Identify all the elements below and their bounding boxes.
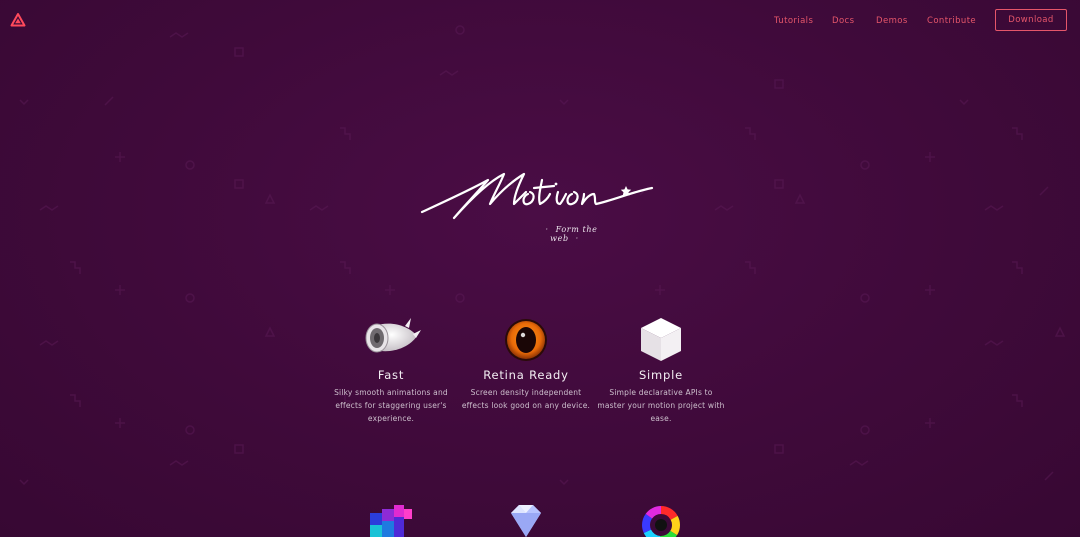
feature-title: Retina Ready xyxy=(483,368,569,382)
background-pattern xyxy=(19,25,1066,486)
tagline: · Form the web · xyxy=(520,225,616,243)
nav-link-demos[interactable]: Demos xyxy=(876,16,908,26)
motion-wordmark-logo xyxy=(420,172,654,220)
color-wheel-icon xyxy=(642,506,680,537)
feature-description: Screen density independent effects look … xyxy=(461,388,591,410)
feature-fast: Fast Silky smooth animations and effects… xyxy=(326,314,456,425)
feature-title: Simple xyxy=(638,368,684,382)
download-button[interactable]: Download xyxy=(995,9,1067,31)
nav-link-docs[interactable]: Docs xyxy=(832,16,854,26)
nav-link-contribute[interactable]: Contribute xyxy=(927,16,976,26)
eye-icon xyxy=(505,319,547,361)
tagline-dot-right: · xyxy=(575,234,579,243)
cube-icon xyxy=(641,318,681,361)
feature-description: Simple declarative APIs to master your m… xyxy=(597,388,725,423)
feature-simple: Simple Simple declarative APIs to master… xyxy=(596,314,726,425)
feature-title: Fast xyxy=(377,368,405,382)
feature-description: Silky smooth animations and effects for … xyxy=(334,388,448,423)
nav-link-tutorials[interactable]: Tutorials xyxy=(774,16,813,26)
diamond-icon xyxy=(511,505,541,537)
feature-retina-ready: Retina Ready Screen density independent … xyxy=(461,314,591,412)
colorful-blocks-icon xyxy=(370,505,412,537)
tagline-dot-left: · xyxy=(545,225,549,234)
landing-page: Tutorials Docs Demos Contribute Download… xyxy=(0,0,1080,537)
tagline-text: Form the web xyxy=(550,225,598,243)
jet-engine-icon xyxy=(365,318,421,353)
motion-logo-icon[interactable] xyxy=(10,12,26,28)
